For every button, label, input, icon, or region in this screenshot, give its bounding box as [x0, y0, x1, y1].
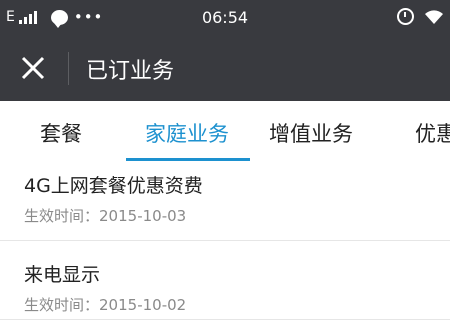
list-item[interactable]: 来电显示 生效时间：2015-10-02 [0, 241, 450, 320]
tab-value-added[interactable]: 增值业务 [269, 118, 353, 148]
item-title: 来电显示 [24, 264, 101, 286]
effective-value: 2015-10-03 [99, 207, 187, 225]
tab-bar: 套餐 家庭业务 增值业务 优惠 [0, 101, 450, 163]
tab-family-business[interactable]: 家庭业务 [145, 118, 229, 148]
tab-package[interactable]: 套餐 [40, 118, 82, 148]
nav-divider [68, 52, 69, 85]
item-effective-date: 生效时间：2015-10-03 [24, 205, 186, 226]
wifi-icon [425, 9, 443, 24]
item-effective-date: 生效时间：2015-10-02 [24, 294, 186, 315]
alarm-icon [397, 8, 414, 25]
effective-label: 生效时间： [24, 207, 100, 225]
effective-value: 2015-10-02 [99, 296, 187, 314]
close-button[interactable] [18, 53, 48, 83]
list-item[interactable]: 4G上网套餐优惠资费 生效时间：2015-10-03 [0, 162, 450, 241]
status-time: 06:54 [201, 8, 249, 27]
status-bar: E ••• 06:54 [0, 0, 450, 36]
close-icon [21, 56, 45, 80]
item-title: 4G上网套餐优惠资费 [24, 175, 203, 197]
active-tab-indicator [126, 158, 250, 161]
status-right [397, 8, 444, 25]
nav-bar: 已订业务 [0, 36, 450, 101]
tab-discount[interactable]: 优惠 [415, 118, 450, 148]
page-title: 已订业务 [86, 59, 175, 84]
effective-label: 生效时间： [24, 296, 100, 314]
subscription-list: 4G上网套餐优惠资费 生效时间：2015-10-03 来电显示 生效时间：201… [0, 162, 450, 320]
